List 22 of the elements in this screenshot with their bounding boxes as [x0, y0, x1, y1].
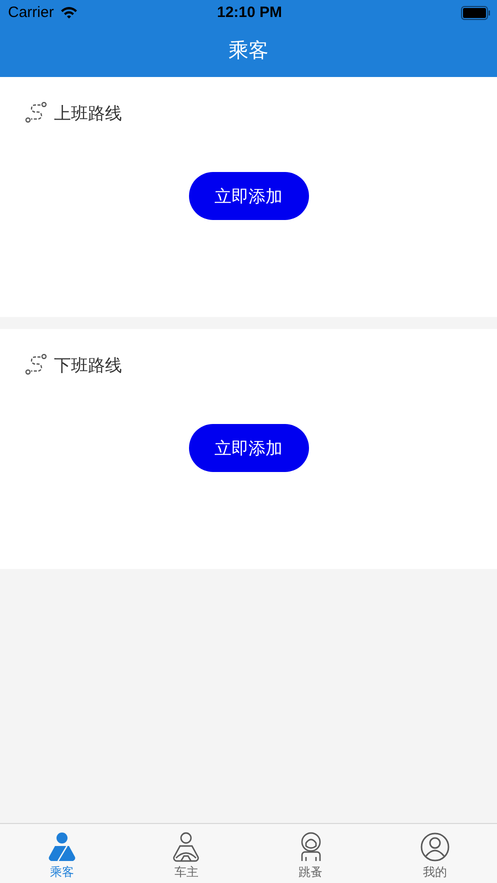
route-icon	[24, 101, 48, 125]
route-title: 上班路线	[54, 102, 122, 124]
tab-item[interactable]: 我的	[372, 824, 497, 883]
profile-icon	[420, 832, 450, 862]
route-title: 下班路线	[54, 354, 122, 376]
tab-label: 跳蚤	[298, 864, 323, 881]
add-button[interactable]: 立即添加	[188, 172, 308, 220]
carrier-text: Carrier	[8, 4, 54, 22]
tab-item[interactable]: 乘客	[0, 824, 124, 883]
clock-text: 12:10 PM	[216, 4, 282, 21]
battery-icon	[461, 6, 492, 20]
tab-label: 车主	[174, 864, 198, 881]
wifi-icon	[60, 6, 78, 19]
page-title: 乘客	[228, 36, 270, 64]
add-button[interactable]: 立即添加	[188, 424, 308, 472]
tab-label: 我的	[422, 864, 447, 881]
tab-item[interactable]: 车主	[124, 824, 248, 883]
route-icon	[24, 353, 48, 377]
driver-icon	[172, 832, 200, 862]
tab-item[interactable]: 跳蚤	[248, 824, 373, 883]
seated-person-icon	[48, 832, 76, 862]
tab-label: 乘客	[50, 864, 74, 881]
